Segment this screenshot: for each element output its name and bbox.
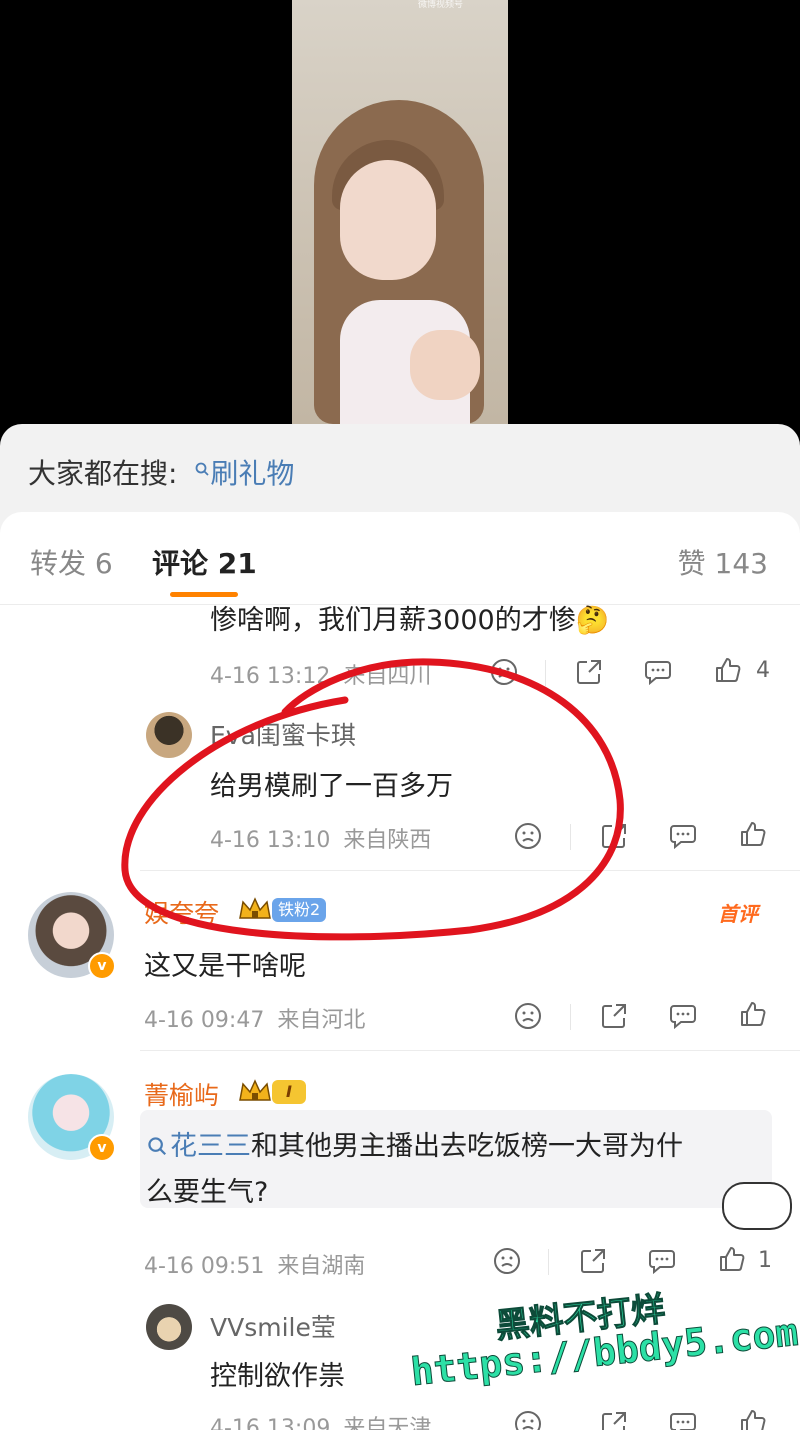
tab-indicator: [170, 592, 238, 597]
trending-search: 大家都在搜: 刷礼物: [28, 452, 294, 492]
comment-meta: 4-16 09:47 来自河北: [144, 1002, 365, 1034]
comment-date: 4-16 09:47: [144, 1008, 265, 1033]
divider: [140, 1050, 800, 1051]
like-icon[interactable]: [739, 820, 767, 848]
comment-text-content: 和其他男主播出去吃饭榜一大哥为什: [251, 1131, 683, 1162]
crown-icon: [238, 896, 272, 922]
reply-location: 来自陕西: [343, 828, 432, 853]
reply-meta: 4-16 13:12 来自四川: [210, 658, 431, 690]
crown-icon: [238, 1078, 272, 1104]
reply-date: 4-16 13:09: [210, 1416, 331, 1430]
divider: [548, 1249, 549, 1275]
share-icon[interactable]: [600, 822, 628, 850]
tab-likes[interactable]: 赞 143: [678, 542, 768, 582]
comment-location: 来自河北: [277, 1008, 366, 1033]
search-icon: [195, 462, 209, 476]
reply-author[interactable]: VVsmile莹: [210, 1308, 336, 1344]
comment-icon[interactable]: [648, 1248, 676, 1274]
comment-author[interactable]: 娱夸夸: [144, 894, 219, 930]
dislike-icon[interactable]: [493, 1247, 521, 1275]
reply-text: 给男模刷了一百多万: [210, 771, 453, 802]
reply-date: 4-16 13:12: [210, 664, 331, 689]
comment-text-line2: 么要生气?: [146, 1177, 269, 1208]
reply-author[interactable]: Eva闺蜜卡琪: [210, 716, 356, 752]
divider: [570, 1004, 571, 1030]
dislike-icon[interactable]: [514, 1410, 542, 1430]
dislike-icon[interactable]: [514, 1002, 542, 1030]
like-icon[interactable]: [739, 1000, 767, 1028]
share-icon[interactable]: [600, 1410, 628, 1430]
comment-icon[interactable]: [669, 1411, 697, 1430]
reply-meta: 4-16 13:09 来自天津: [210, 1410, 431, 1430]
divider: [570, 824, 571, 850]
trending-search-prefix: 大家都在搜:: [28, 457, 178, 490]
comment-meta: 4-16 09:51 来自湖南: [144, 1248, 365, 1280]
reply-date: 4-16 13:10: [210, 828, 331, 853]
comment-text-line1: 花三三和其他男主播出去吃饭榜一大哥为什: [146, 1124, 683, 1163]
reply-text: 控制欲作祟: [210, 1361, 345, 1392]
reply-location: 来自天津: [343, 1416, 432, 1430]
divider: [140, 870, 800, 871]
mention-link[interactable]: 花三三: [146, 1131, 251, 1162]
video-watermark: 微博视频号: [418, 0, 464, 10]
like-icon[interactable]: [718, 1245, 746, 1273]
comment-location: 来自湖南: [277, 1254, 366, 1279]
comment-icon[interactable]: [669, 1003, 697, 1029]
trending-search-term: 刷礼物: [210, 457, 295, 490]
reply-text-content: 惨啥啊，我们月薪3000的才惨: [210, 605, 576, 636]
tab-bar: 转发 6 评论 21 赞 143: [0, 512, 800, 605]
share-icon[interactable]: [575, 658, 603, 686]
dislike-icon[interactable]: [490, 658, 518, 686]
sticker-icon: [722, 1182, 792, 1230]
first-comment-badge: 首评: [718, 902, 758, 926]
tab-reposts[interactable]: 转发 6: [30, 542, 113, 582]
comment-panel: 转发 6 评论 21 赞 143 惨啥啊，我们月薪3000的才惨🤔 4-16 1…: [0, 512, 800, 1430]
thinking-emoji-icon: 🤔: [575, 605, 610, 636]
verified-badge-icon: v: [88, 952, 116, 980]
comment-date: 4-16 09:51: [144, 1254, 265, 1279]
divider: [545, 660, 546, 686]
fan-badge: 铁粉2: [272, 898, 327, 922]
reply-meta: 4-16 13:10 来自陕西: [210, 822, 431, 854]
like-icon[interactable]: [714, 656, 742, 684]
comment-text: 这又是干啥呢: [144, 951, 306, 982]
trending-search-link[interactable]: 刷礼物: [186, 457, 294, 490]
comment-author[interactable]: 菁榆屿: [144, 1076, 219, 1112]
dislike-icon[interactable]: [514, 822, 542, 850]
like-icon[interactable]: [739, 1408, 767, 1430]
like-count: 1: [758, 1248, 772, 1273]
video-area[interactable]: 微博视频号: [0, 0, 800, 440]
mention-name: 花三三: [170, 1131, 251, 1162]
comment-icon[interactable]: [669, 823, 697, 849]
verified-badge-icon: v: [88, 1134, 116, 1162]
reply-text: 惨啥啊，我们月薪3000的才惨🤔: [210, 598, 609, 637]
video-player[interactable]: 微博视频号: [292, 0, 508, 424]
video-content-hand: [410, 330, 480, 400]
search-icon: [148, 1137, 167, 1156]
level-badge: I: [272, 1080, 306, 1104]
reply-location: 来自四川: [343, 664, 432, 689]
like-count: 4: [756, 658, 770, 683]
avatar[interactable]: [146, 712, 192, 758]
video-content-face: [340, 160, 436, 280]
share-icon[interactable]: [600, 1002, 628, 1030]
comment-icon[interactable]: [644, 659, 672, 685]
share-icon[interactable]: [579, 1247, 607, 1275]
avatar[interactable]: [146, 1304, 192, 1350]
tab-comments[interactable]: 评论 21: [152, 542, 257, 582]
